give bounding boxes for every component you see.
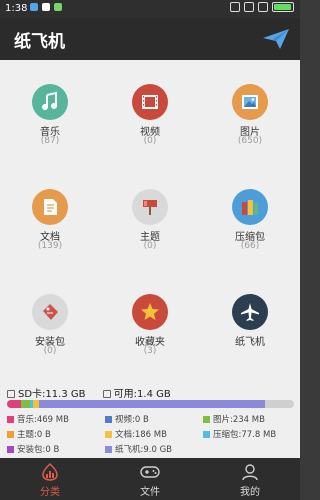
drive-icon (102, 390, 111, 398)
favorite-icon (132, 294, 168, 330)
alarm-icon (230, 2, 240, 12)
category-image[interactable]: 图片 (650) (200, 70, 300, 175)
battery-icon (272, 2, 294, 12)
tab-files[interactable]: 文件 (100, 458, 200, 500)
category-archive[interactable]: 压缩包 (66) (200, 175, 300, 280)
tab-mine[interactable]: 我的 (200, 458, 300, 500)
category-count: (3) (143, 346, 157, 356)
notification-icon (42, 3, 50, 11)
legend-text: 视频:0 B (115, 415, 149, 425)
storage-usage-bar (7, 400, 294, 408)
legend-item: 安装包:0 B (7, 443, 59, 455)
legend-text: 压缩包:77.8 MB (213, 430, 277, 440)
usage-segment (7, 400, 22, 408)
paper-plane-icon (263, 29, 289, 49)
legend-text: 纸飞机:9.0 GB (115, 445, 173, 455)
storage-summary: SD卡:11.3 GB 可用:1.4 GB (7, 385, 297, 400)
tab-label: 文件 (140, 487, 160, 498)
category-music[interactable]: 音乐 (87) (0, 70, 100, 175)
category-count: (0) (143, 136, 157, 146)
sd-card-icon (7, 390, 15, 398)
legend-item: 纸飞机:9.0 GB (105, 443, 172, 455)
legend-text: 文档:186 MB (115, 430, 167, 440)
category-favorite[interactable]: 收藏夹 (3) (100, 280, 200, 385)
tab-category[interactable]: 分类 (0, 458, 100, 500)
storage-legend: 音乐:469 MB 视频:0 B 图片:234 MB 主题:0 B 文档:186 MB 压… (7, 413, 297, 457)
category-count: (139) (37, 241, 63, 251)
legend-swatch (105, 446, 112, 453)
category-count: (66) (240, 241, 260, 251)
app-title: 纸飞机 (14, 32, 65, 52)
notification-icon (54, 3, 62, 11)
plane-icon (232, 294, 268, 330)
usage-segment (38, 400, 266, 408)
gamepad-icon (140, 466, 160, 478)
legend-text: 音乐:469 MB (17, 415, 69, 425)
legend-swatch (7, 431, 14, 438)
theme-icon (132, 189, 168, 225)
category-label: 纸飞机 (235, 337, 265, 348)
category-count: (0) (43, 346, 57, 356)
legend-item: 压缩包:77.8 MB (203, 428, 276, 440)
video-icon (132, 84, 168, 120)
free-label: 可用:1.4 GB (113, 389, 171, 400)
category-icon (42, 463, 58, 481)
legend-text: 安装包:0 B (17, 445, 60, 455)
legend-swatch (105, 431, 112, 438)
bottom-navigation: 分类 文件 我的 (0, 458, 300, 500)
legend-swatch (203, 416, 210, 423)
legend-swatch (7, 416, 14, 423)
legend-swatch (203, 431, 210, 438)
archive-icon (232, 189, 268, 225)
category-video[interactable]: 视频 (0) (100, 70, 200, 175)
category-document[interactable]: 文档 (139) (0, 175, 100, 280)
person-icon (242, 464, 258, 481)
music-icon (32, 84, 68, 120)
wifi-icon (244, 2, 254, 12)
legend-item: 视频:0 B (105, 413, 149, 425)
legend-item: 图片:234 MB (203, 413, 265, 425)
category-plane[interactable]: 纸飞机 (200, 280, 300, 385)
legend-swatch (105, 416, 112, 423)
paper-plane-button[interactable] (262, 27, 290, 51)
legend-item: 音乐:469 MB (7, 413, 69, 425)
legend-text: 图片:234 MB (213, 415, 265, 425)
category-count: (650) (237, 136, 263, 146)
usage-segment (21, 400, 30, 408)
image-icon (232, 84, 268, 120)
legend-item: 文档:186 MB (105, 428, 167, 440)
tab-label: 我的 (240, 487, 260, 498)
legend-text: 主题:0 B (17, 430, 51, 440)
legend-item: 主题:0 B (7, 428, 51, 440)
legend-swatch (7, 446, 14, 453)
category-count: (87) (40, 136, 60, 146)
notification-icon (30, 3, 38, 11)
app-bar: 纸飞机 (0, 18, 300, 60)
sd-label: SD卡:11.3 GB (18, 389, 86, 400)
tab-label: 分类 (40, 487, 60, 498)
document-icon (32, 189, 68, 225)
category-count: (0) (143, 241, 157, 251)
main-content: 音乐 (87) 视频 (0) 图片 (650) 文档 (139) 主题 (0) 压缩包 (66) 安装包… (0, 60, 300, 458)
category-package[interactable]: 安装包 (0) (0, 280, 100, 385)
signal-icon (258, 2, 268, 12)
package-icon (32, 294, 68, 330)
status-bar: 1:38 (0, 0, 300, 18)
status-time: 1:38 (5, 3, 28, 14)
category-theme[interactable]: 主题 (0) (100, 175, 200, 280)
category-grid: 音乐 (87) 视频 (0) 图片 (650) 文档 (139) 主题 (0) 压缩包 (66) 安装包… (0, 70, 300, 385)
